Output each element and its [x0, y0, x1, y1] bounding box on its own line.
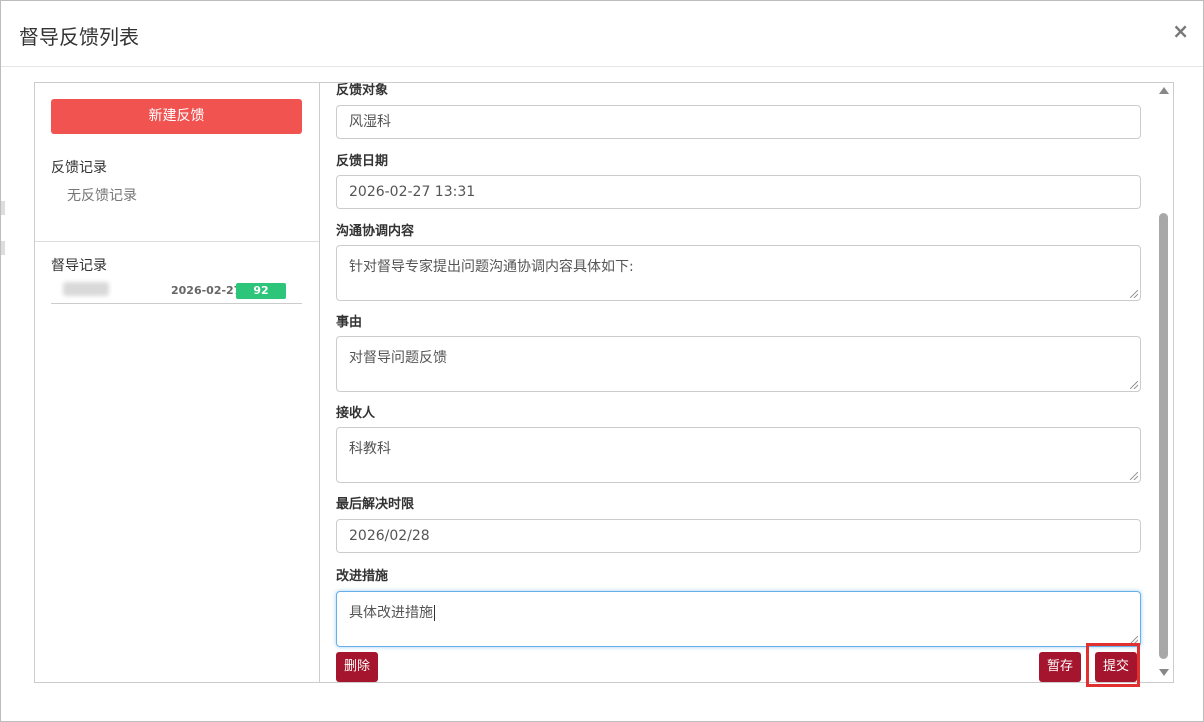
deadline-input[interactable]: 2026/02/28	[336, 519, 1141, 553]
modal-title: 督导反馈列表	[19, 25, 139, 49]
target-input[interactable]: 风湿科	[336, 105, 1141, 139]
delete-button[interactable]: 删除	[336, 652, 379, 682]
modal-header: 督导反馈列表 ×	[1, 1, 1203, 67]
form-panel: 反馈对象 风湿科 反馈日期 2026-02-27 13:31 沟通协调内容 针对…	[320, 83, 1157, 682]
measures-textarea[interactable]: 具体改进措施	[336, 591, 1141, 647]
measures-text: 具体改进措施	[349, 605, 433, 621]
left-panel: 新建反馈 反馈记录 无反馈记录 督导记录 2026-02-27 92	[35, 83, 320, 682]
reason-text: 对督导问题反馈	[349, 350, 447, 366]
background-edge	[1, 241, 5, 255]
feedback-records-label: 反馈记录	[51, 160, 107, 176]
receiver-text: 科教科	[349, 441, 391, 457]
text-caret	[434, 605, 435, 621]
no-records-text: 无反馈记录	[67, 188, 137, 204]
background-edge	[1, 201, 5, 215]
receiver-label: 接收人	[336, 406, 376, 421]
resize-grip-icon[interactable]	[1130, 472, 1138, 480]
score-badge: 92	[236, 283, 286, 299]
measures-label: 改进措施	[336, 569, 389, 584]
resize-grip-icon[interactable]	[1130, 290, 1138, 298]
redacted-name	[63, 282, 109, 296]
scroll-up-icon[interactable]	[1159, 87, 1169, 94]
supervision-record-row[interactable]: 2026-02-27 92	[51, 279, 302, 304]
content-label: 沟通协调内容	[336, 224, 415, 239]
scroll-thumb[interactable]	[1159, 213, 1168, 659]
close-button[interactable]: ×	[1172, 19, 1189, 43]
new-feedback-button[interactable]: 新建反馈	[51, 99, 302, 134]
content-frame: 新建反馈 反馈记录 无反馈记录 督导记录 2026-02-27 92 反馈对象 …	[34, 82, 1174, 683]
record-date: 2026-02-27	[171, 284, 242, 297]
resize-grip-icon[interactable]	[1130, 381, 1138, 389]
feedback-modal: 督导反馈列表 × 新建反馈 反馈记录 无反馈记录 督导记录 2026-02-27…	[0, 0, 1204, 722]
date-label: 反馈日期	[336, 154, 389, 169]
target-label: 反馈对象	[336, 83, 389, 98]
vertical-scrollbar[interactable]	[1156, 83, 1172, 680]
receiver-textarea[interactable]: 科教科	[336, 427, 1141, 483]
date-input[interactable]: 2026-02-27 13:31	[336, 175, 1141, 209]
supervision-records-label: 督导记录	[51, 258, 107, 274]
content-textarea[interactable]: 针对督导专家提出问题沟通协调内容具体如下:	[336, 245, 1141, 301]
divider	[35, 241, 319, 242]
scroll-down-icon[interactable]	[1159, 669, 1169, 676]
reason-textarea[interactable]: 对督导问题反馈	[336, 336, 1141, 392]
submit-highlight-box	[1086, 643, 1140, 687]
content-text: 针对督导专家提出问题沟通协调内容具体如下:	[349, 259, 634, 275]
reason-label: 事由	[336, 315, 363, 330]
save-draft-button[interactable]: 暂存	[1039, 652, 1082, 682]
deadline-label: 最后解决时限	[336, 497, 415, 512]
